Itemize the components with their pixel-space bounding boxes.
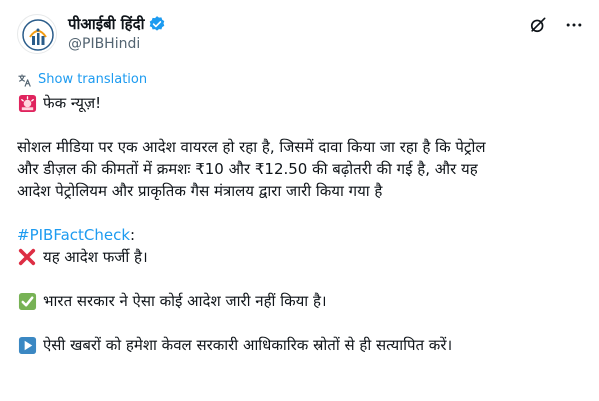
more-icon[interactable] (563, 14, 585, 36)
grok-icon[interactable] (527, 14, 549, 36)
claim-text: यह आदेश फर्जी है। (43, 248, 148, 266)
paragraph-line: सोशल मीडिया पर एक आदेश वायरल हो रहा है, … (17, 138, 486, 156)
show-translation-label[interactable]: Show translation (38, 72, 147, 88)
verified-badge-icon (148, 15, 166, 33)
claim-line: यह आदेश फर्जी है। (17, 246, 587, 268)
cross-mark-icon (17, 247, 37, 267)
paragraph-line: और डीज़ल की कीमतों में क्रमशः ₹10 और ₹12… (17, 160, 478, 178)
statement-line: भारत सरकार ने ऐसा कोई आदेश जारी नहीं किय… (17, 290, 587, 312)
play-button-icon (17, 335, 37, 355)
fake-news-line: फेक न्यूज़! (17, 92, 587, 114)
siren-icon (17, 93, 37, 113)
translate-icon (18, 73, 31, 87)
show-translation[interactable]: Show translation (17, 72, 147, 88)
display-name[interactable]: पीआईबी हिंदी (68, 14, 144, 34)
check-mark-icon (17, 291, 37, 311)
avatar[interactable] (17, 14, 57, 54)
advice-text: ऐसी खबरों को हमेशा केवल सरकारी आधिकारिक … (43, 336, 453, 354)
statement-text: भारत सरकार ने ऐसा कोई आदेश जारी नहीं किय… (43, 292, 327, 310)
hashtag-line: #PIBFactCheck : (17, 224, 587, 246)
hashtag-link[interactable]: #PIBFactCheck (17, 224, 130, 246)
fake-news-text: फेक न्यूज़! (43, 94, 102, 112)
advice-line: ऐसी खबरों को हमेशा केवल सरकारी आधिकारिक … (17, 334, 587, 356)
pib-logo-icon (19, 16, 56, 53)
paragraph-line: आदेश पेट्रोलियम और प्राकृतिक गैस मंत्राल… (17, 182, 383, 200)
hashtag-suffix: : (130, 226, 136, 244)
account-handle[interactable]: @PIBHindi (68, 35, 140, 53)
tweet-text: फेक न्यूज़! सोशल मीडिया पर एक आदेश वायरल… (17, 92, 587, 356)
account-name-row: पीआईबी हिंदी (68, 14, 166, 34)
tweet-actions (527, 14, 585, 36)
